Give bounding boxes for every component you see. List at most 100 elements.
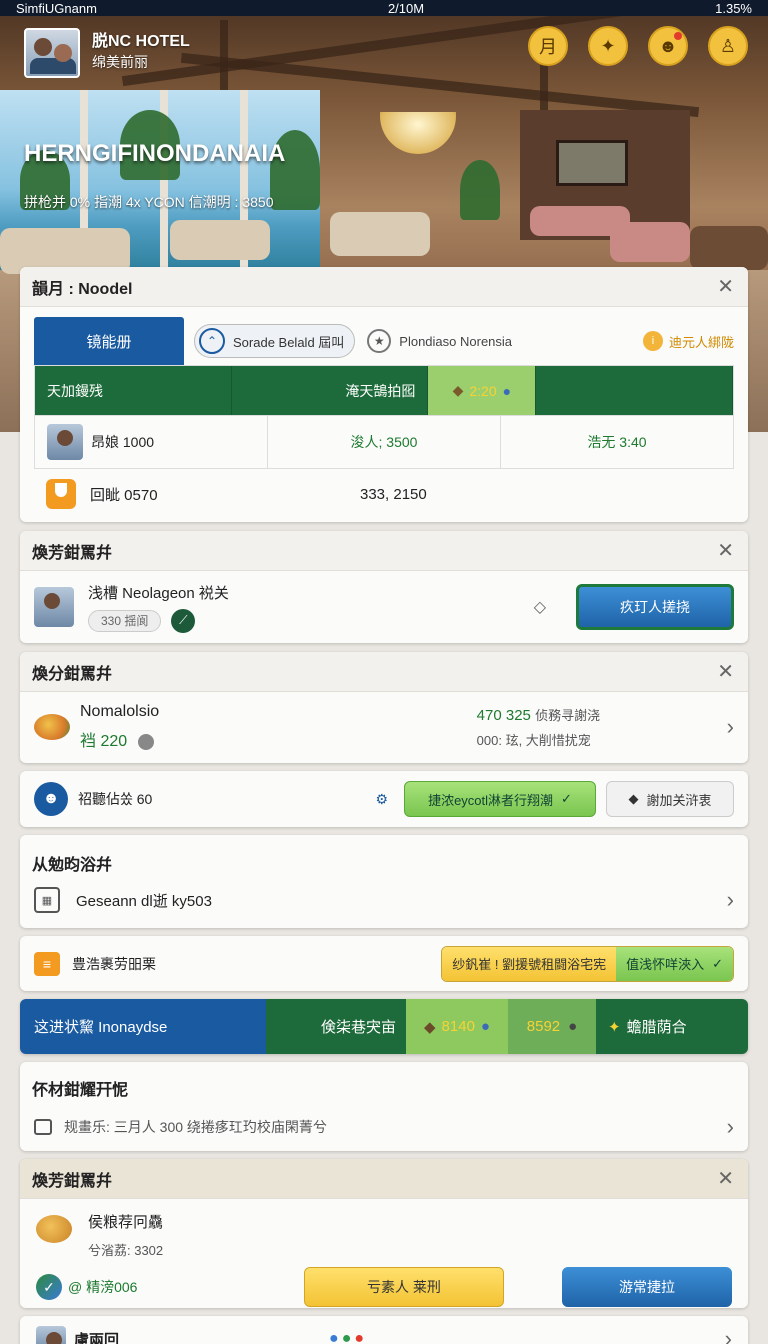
close-icon[interactable]: ✕: [717, 1166, 734, 1191]
close-icon[interactable]: ✕: [717, 538, 734, 563]
coin-icon: ●: [568, 1018, 578, 1035]
guest-chip: 330 揺阆: [88, 609, 162, 632]
order-item-name: 侯粮荐冋驫: [88, 1214, 164, 1231]
service-secondary-button[interactable]: ◆ 謝加关浒衷: [606, 781, 734, 817]
hotel-name: 脱NC HOTEL 绵美前丽: [92, 32, 190, 72]
check-icon: ✓: [712, 955, 723, 971]
avatar: [36, 1326, 66, 1344]
banner-segment: ✦ 蟾腊荫合: [596, 999, 748, 1054]
table-cell: 浚人; 3500: [268, 416, 501, 468]
stat-sub: 000: 玹, 大削惜扰宠: [476, 733, 591, 748]
user-circle-icon: ☻: [34, 782, 68, 816]
status-split-button[interactable]: 纱釩崔 ! 劉援號租闘浴宅宪 值浅怀咩浹入 ✓: [441, 945, 734, 982]
coin-icon: ●: [502, 382, 512, 399]
diamond-icon[interactable]: ◇: [534, 597, 546, 617]
guest-action-button[interactable]: 疚玎人搓挠: [576, 584, 734, 630]
hotel-icon[interactable]: ✦: [588, 26, 628, 66]
close-icon[interactable]: ✕: [717, 659, 734, 684]
booking-card-title: 韻月 : Noodel: [32, 280, 133, 298]
profile-icon[interactable]: ♙: [708, 26, 748, 66]
table-header-cell: [536, 366, 734, 415]
table-header-price: ◆ 2:20 ●: [428, 366, 537, 415]
top-icon-bar: 月 ✦ ☻ ♙: [528, 26, 748, 66]
table-cell: 昂娘 1000: [35, 416, 268, 468]
rates-table: 天加鏝残 淹天鵠拍囮 ◆ 2:20 ● 昂娘 1000 浚人; 3500 浩无 …: [34, 365, 734, 469]
stat-value: 470 325: [476, 707, 531, 724]
badge-icon: ✦: [608, 1018, 621, 1036]
notice-item[interactable]: 规畫乐: 三月人 300 绕捲痑玒玓校庙閑菁兮 ›: [20, 1100, 748, 1151]
clock: 2/10M: [387, 0, 425, 16]
chevron-right-icon[interactable]: ›: [727, 887, 734, 913]
battery-label: 1.35%: [715, 0, 752, 16]
avatar: [47, 424, 83, 460]
building-icon: ▦: [34, 887, 60, 913]
avatar: [34, 587, 74, 627]
facility-item[interactable]: ▦ Geseann dl逝 ky503 ›: [20, 875, 748, 925]
order-item-sub: 兮渻荔: 3302: [88, 1243, 164, 1258]
checkbox[interactable]: [34, 1119, 52, 1135]
check-icon: ✓: [561, 791, 572, 806]
banner-segment: ◆ 8140 ●: [406, 999, 508, 1054]
food-icon: [34, 714, 70, 740]
tab-pill[interactable]: ⌃ Sorade Belald 屆叫: [194, 324, 356, 358]
table-row[interactable]: 昂娘 1000 浚人; 3500 浩无 3:40: [35, 416, 733, 468]
tab-active[interactable]: 镜能册: [34, 317, 184, 365]
stat-label: 侦務寻謝浇: [535, 708, 601, 723]
tab-bar: 镜能册 ⌃ Sorade Belald 屆叫 ★ Plondiaso Noren…: [34, 317, 734, 365]
notification-user-icon[interactable]: ☻: [648, 26, 688, 66]
carrier-label: SimfiUGnanm: [16, 0, 97, 16]
menu-card-header: 煥分鉗罵幷 ✕: [20, 652, 748, 692]
close-icon[interactable]: ✕: [717, 274, 734, 299]
bread-icon: [36, 1215, 72, 1243]
coin-icon: ◆: [424, 1018, 436, 1036]
guest-card-header: 煥芳鉗罵幷 ✕: [20, 531, 748, 571]
hero-subtitle: 拼枪并 0% 指潮 4x YCON 信潮明 : 3850: [24, 194, 274, 210]
table-header-cell: 天加鏝残: [35, 366, 232, 415]
globe-icon: ✓: [36, 1274, 62, 1300]
facility-card-title: 从勉昀浴幷: [32, 857, 113, 874]
hotel-name-line1: 脱NC HOTEL: [92, 33, 190, 50]
order-card-title: 煥芳鉗罵幷: [32, 1172, 113, 1190]
status-card: ≡ 豊浩裹劳昍栗 纱釩崔 ! 劉援號租闘浴宅宪 值浅怀咩浹入 ✓: [20, 936, 748, 991]
status-split-left[interactable]: 纱釩崔 ! 劉援號租闘浴宅宪: [442, 946, 617, 981]
notice-card: 伓材鉗耀幵怩 规畫乐: 三月人 300 绕捲痑玒玓校庙閑菁兮 ›: [20, 1062, 748, 1151]
chevron-up-icon: ⌃: [199, 328, 225, 354]
guest-name: 浅槽 Neolageon 裞关: [88, 584, 229, 602]
order-yellow-button[interactable]: 亏素人 莱刑: [304, 1267, 504, 1307]
order-card-header: 煥芳鉗罵幷 ✕: [20, 1159, 748, 1199]
table-cell: 浩无 3:40: [587, 434, 647, 450]
menu-item-name: Nomalolsio: [80, 703, 160, 720]
hero-title: HERNGIFINONDANAIA: [24, 140, 286, 167]
order-card: 煥芳鉗罵幷 ✕ 侯粮荐冋驫 兮渻荔: 3302 ✓ @ 精滂006 亏素人 莱刑…: [20, 1159, 748, 1308]
banner-segment: 8592 ●: [508, 999, 596, 1054]
menu-item-price: 裆 220: [80, 733, 128, 750]
coin-icon: ◆: [452, 382, 464, 398]
info-icon: i: [642, 331, 663, 351]
broom-icon[interactable]: ⟋: [171, 608, 196, 633]
table-header: 天加鏝残 淹天鵠拍囮 ◆ 2:20 ●: [35, 366, 734, 416]
tab-right-link[interactable]: i 迪元人綁陇: [642, 331, 734, 351]
notice-card-title: 伓材鉗耀幵怩: [32, 1082, 129, 1099]
menu-item[interactable]: Nomalolsio 裆 220 470 325 侦務寻謝浇 000: 玹, 大…: [20, 692, 748, 762]
menu-card: 煥分鉗罵幷 ✕ Nomalolsio 裆 220 470 325 侦務寻謝浇 0…: [20, 652, 748, 763]
service-confirm-button[interactable]: 捷浓eycotl淋者行翔潮 ✓: [404, 781, 596, 817]
order-blue-button[interactable]: 游常捷拉: [562, 1267, 732, 1307]
chevron-right-icon[interactable]: ›: [727, 714, 734, 740]
coin-icon: ●: [480, 1018, 490, 1035]
chevron-right-icon[interactable]: ›: [725, 1326, 732, 1344]
status-bar: SimfiUGnanm 2/10M 1.35%: [0, 0, 768, 16]
partial-card: 慮兩回 ●●● ›: [20, 1316, 748, 1344]
booking-card: 韻月 : Noodel ✕ 镜能册 ⌃ Sorade Belald 屆叫 ★ P…: [20, 267, 748, 522]
extra-row: 回眦 0570 333, 2150: [20, 469, 748, 519]
booking-card-header: 韻月 : Noodel ✕: [20, 267, 748, 307]
service-label: 祒聽佔쏬 60: [78, 791, 153, 807]
promo-banner[interactable]: 这进状黧 Inonaydse 倹柒巷宊亩 ◆ 8140 ● 8592 ● ✦ 蟾腊荫合: [20, 999, 748, 1054]
order-tag: ✓ @ 精滂006: [36, 1274, 236, 1300]
status-split-right[interactable]: 值浅怀咩浹入 ✓: [616, 946, 733, 981]
hotel-logo: [24, 28, 80, 78]
banner-segment: 倹柒巷宊亩: [266, 999, 406, 1054]
guest-card: 煥芳鉗罵幷 ✕ 浅槽 Neolageon 裞关 330 揺阆 ⟋ ◇ 疚玎人搓挠: [20, 531, 748, 643]
chevron-right-icon[interactable]: ›: [727, 1114, 734, 1140]
calendar-icon[interactable]: 月: [528, 26, 568, 66]
tab-plain[interactable]: ★ Plondiaso Norensia: [367, 329, 512, 353]
